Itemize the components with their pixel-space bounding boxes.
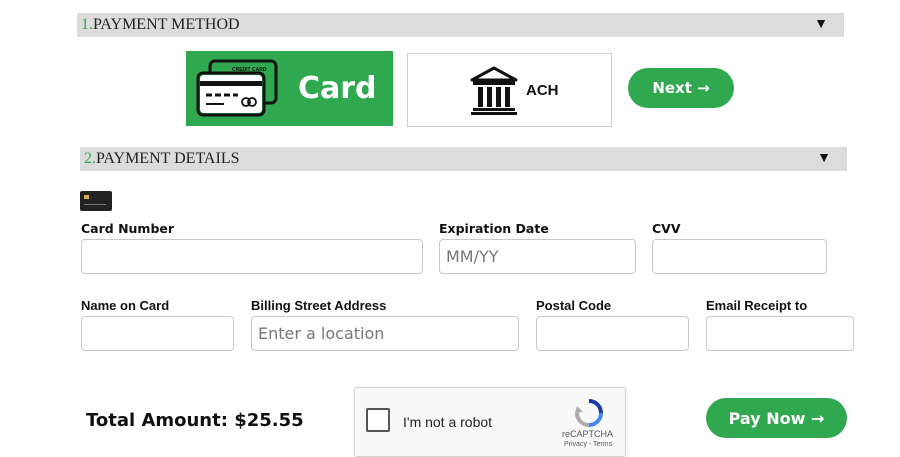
chevron-down-icon[interactable]: ▼ xyxy=(814,17,828,33)
ach-method-option[interactable]: ACH xyxy=(407,53,612,127)
payment-method-header[interactable]: 1.PAYMENT METHOD ▼ xyxy=(77,13,844,37)
recaptcha-checkbox[interactable] xyxy=(366,408,390,432)
section-title: PAYMENT METHOD xyxy=(93,16,240,33)
recaptcha-widget: I'm not a robot reCAPTCHA Privacy - Term… xyxy=(354,387,626,457)
next-button[interactable]: Next → xyxy=(628,68,734,108)
card-number-input[interactable] xyxy=(81,239,423,274)
credit-card-badge: CREDIT CARD xyxy=(232,67,267,73)
section-number: 2. xyxy=(84,150,96,167)
name-on-card-label: Name on Card xyxy=(81,298,170,313)
card-method-option[interactable]: CREDIT CARD Card xyxy=(186,51,393,126)
billing-address-input[interactable] xyxy=(251,316,519,351)
card-method-label: Card xyxy=(298,71,377,106)
postal-code-input[interactable] xyxy=(536,316,689,351)
recaptcha-brand: reCAPTCHA xyxy=(562,429,614,439)
card-type-icon xyxy=(80,191,112,211)
email-receipt-label: Email Receipt to xyxy=(706,298,808,313)
cvv-label: CVV xyxy=(652,221,681,236)
recaptcha-logo-icon xyxy=(575,399,603,427)
expiration-date-input[interactable] xyxy=(439,239,636,274)
recaptcha-label: I'm not a robot xyxy=(403,414,493,430)
expiration-date-label: Expiration Date xyxy=(439,221,549,236)
cvv-input[interactable] xyxy=(652,239,827,274)
postal-code-label: Postal Code xyxy=(536,298,612,313)
billing-address-label: Billing Street Address xyxy=(251,298,387,313)
section-number: 1. xyxy=(81,16,93,33)
ach-method-label: ACH xyxy=(526,82,559,99)
section-title: PAYMENT DETAILS xyxy=(96,150,240,167)
chevron-down-icon[interactable]: ▼ xyxy=(817,151,831,167)
name-on-card-input[interactable] xyxy=(81,316,234,351)
recaptcha-terms-link[interactable]: Privacy - Terms xyxy=(564,441,612,448)
credit-card-icon: CREDIT CARD xyxy=(196,59,278,117)
bank-icon xyxy=(470,66,518,115)
total-amount: Total Amount: $25.55 xyxy=(86,410,304,431)
card-number-label: Card Number xyxy=(81,221,175,236)
email-receipt-input[interactable] xyxy=(706,316,854,351)
pay-now-button[interactable]: Pay Now → xyxy=(706,398,847,438)
payment-details-header[interactable]: 2.PAYMENT DETAILS ▼ xyxy=(80,147,847,171)
